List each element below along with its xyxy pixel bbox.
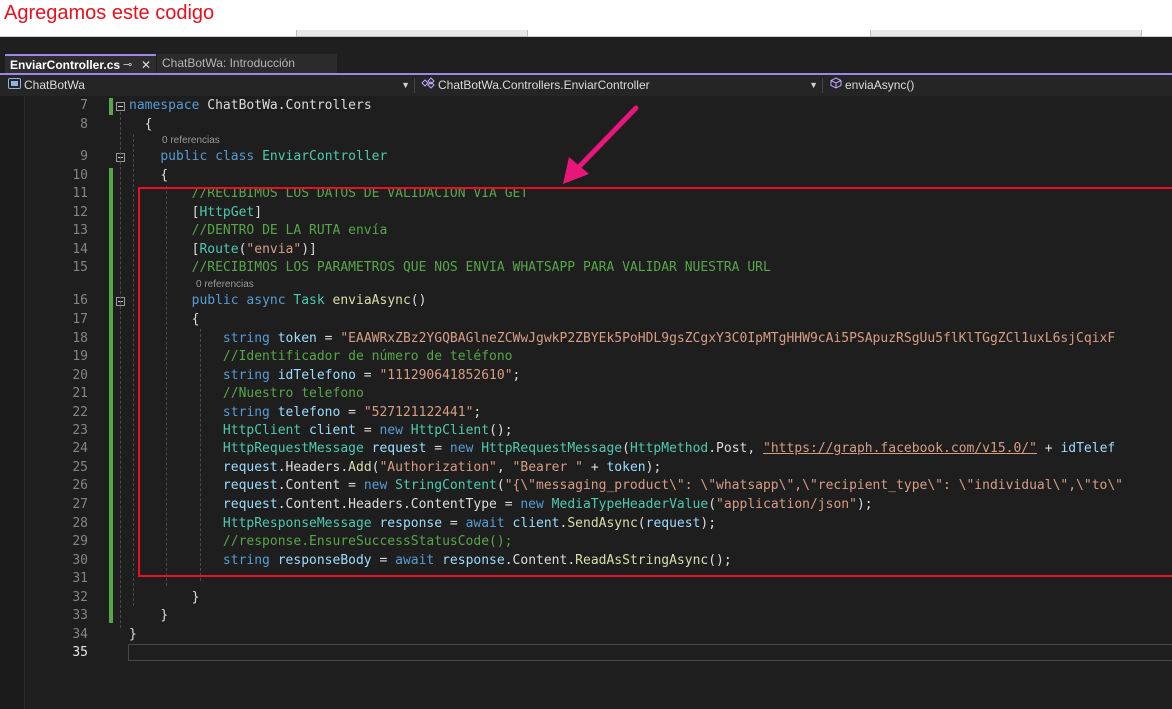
line-number: 15 bbox=[72, 260, 88, 275]
line-number: 11 bbox=[72, 186, 88, 201]
class-name: ChatBotWa.Controllers.EnviarController bbox=[438, 78, 650, 92]
code-line-7: namespace ChatBotWa.Controllers bbox=[129, 98, 372, 113]
line-number: 12 bbox=[72, 205, 88, 220]
code-line-9: public class EnviarController bbox=[129, 149, 387, 164]
fold-toggle-icon[interactable] bbox=[116, 102, 125, 111]
banner-field bbox=[296, 30, 528, 37]
code-line-32: } bbox=[129, 590, 200, 605]
divider bbox=[822, 78, 823, 93]
line-number: 9 bbox=[80, 149, 88, 164]
line-number: 26 bbox=[72, 478, 88, 493]
line-number: 14 bbox=[72, 242, 88, 257]
chevron-down-icon: ▼ bbox=[809, 80, 818, 90]
divider bbox=[414, 78, 415, 93]
code-line-34: } bbox=[129, 627, 137, 642]
project-dropdown[interactable]: ChatBotWa ▼ bbox=[0, 75, 414, 96]
line-number: 34 bbox=[72, 627, 88, 642]
project-icon bbox=[8, 76, 21, 97]
line-number: 23 bbox=[72, 423, 88, 438]
current-line-highlight bbox=[128, 644, 1172, 661]
line-number: 7 bbox=[80, 98, 88, 113]
line-number: 13 bbox=[72, 223, 88, 238]
chevron-down-icon: ▼ bbox=[401, 80, 410, 90]
banner-fields bbox=[0, 30, 1172, 37]
line-number: 33 bbox=[72, 608, 88, 623]
line-number: 21 bbox=[72, 386, 88, 401]
code-line-10: { bbox=[129, 168, 168, 183]
change-marker bbox=[109, 98, 113, 115]
line-number: 24 bbox=[72, 441, 88, 456]
line-number: 16 bbox=[72, 293, 88, 308]
token-brace: { bbox=[144, 117, 153, 132]
token-type: EnviarController bbox=[254, 149, 388, 164]
line-number: 29 bbox=[72, 534, 88, 549]
tab-label: EnviarController.cs bbox=[10, 58, 121, 72]
tab-label: ChatBotWa: Introducción bbox=[162, 56, 295, 70]
highlight-box bbox=[138, 187, 1172, 577]
member-dropdown[interactable]: enviaAsync() bbox=[828, 75, 1172, 96]
token-name: ChatBotWa.Controllers bbox=[199, 98, 372, 113]
indent-guide bbox=[120, 112, 121, 628]
token-keyword: class bbox=[207, 149, 255, 164]
token-keyword: namespace bbox=[129, 98, 200, 113]
project-name: ChatBotWa bbox=[24, 78, 85, 92]
line-number: 20 bbox=[72, 368, 88, 383]
tab-introduccion[interactable]: ChatBotWa: Introducción bbox=[157, 54, 337, 73]
line-number: 18 bbox=[72, 331, 88, 346]
token-keyword: public bbox=[160, 149, 208, 164]
token-brace: } bbox=[160, 608, 169, 623]
line-number: 25 bbox=[72, 460, 88, 475]
line-number: 27 bbox=[72, 497, 88, 512]
token-brace: } bbox=[129, 627, 137, 642]
line-number: 30 bbox=[72, 553, 88, 568]
banner-field bbox=[870, 30, 1142, 37]
member-name: enviaAsync() bbox=[845, 78, 915, 92]
editor-left-margin bbox=[0, 96, 25, 709]
line-number: 17 bbox=[72, 312, 88, 327]
annotation-arrow bbox=[563, 105, 639, 184]
line-number: 19 bbox=[72, 349, 88, 364]
tab-enviar-controller[interactable]: EnviarController.cs ⊸ ✕ bbox=[5, 54, 156, 73]
method-icon bbox=[830, 76, 842, 97]
line-number: 28 bbox=[72, 516, 88, 531]
line-number: 10 bbox=[72, 168, 88, 183]
line-number: 32 bbox=[72, 590, 88, 605]
token-brace: { bbox=[160, 168, 169, 183]
document-tab-bar: EnviarController.cs ⊸ ✕ ChatBotWa: Intro… bbox=[0, 37, 1172, 74]
line-number: 35 bbox=[72, 645, 88, 660]
annotation-banner: Agregamos este codigo bbox=[0, 0, 1172, 37]
class-icon bbox=[421, 76, 435, 97]
class-dropdown[interactable]: ChatBotWa.Controllers.EnviarController ▼ bbox=[418, 75, 822, 96]
change-marker bbox=[109, 168, 113, 623]
line-number: 22 bbox=[72, 405, 88, 420]
banner-text: Agregamos este codigo bbox=[4, 2, 215, 24]
code-line-8: { bbox=[129, 117, 153, 132]
navigation-bar: ChatBotWa ▼ ChatBotWa.Controllers.Enviar… bbox=[0, 75, 1172, 97]
token-brace: } bbox=[191, 590, 200, 605]
code-line-33: } bbox=[129, 608, 168, 623]
line-number: 8 bbox=[80, 117, 88, 132]
codelens-references[interactable]: 0 referencias bbox=[162, 135, 220, 146]
line-number: 31 bbox=[72, 571, 88, 586]
